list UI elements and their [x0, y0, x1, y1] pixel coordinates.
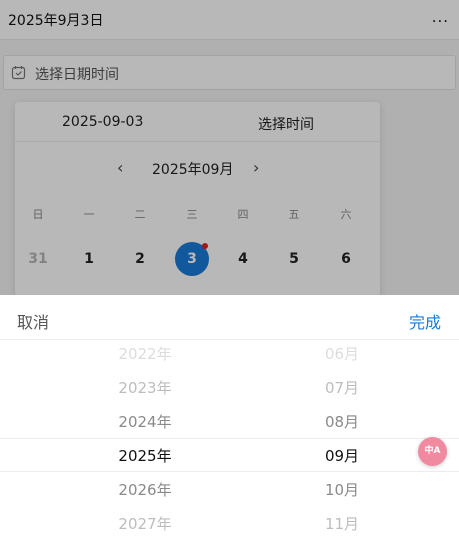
month-option[interactable]: 06月	[272, 343, 412, 364]
year-option[interactable]: 2026年	[75, 479, 215, 500]
picker-wheels: 2022年 2023年 2024年 2025年 2026年 2027年 06月 …	[0, 340, 459, 546]
year-option[interactable]: 2023年	[75, 377, 215, 398]
cancel-button[interactable]: 取消	[17, 309, 49, 333]
month-option[interactable]: 10月	[272, 479, 412, 500]
year-option[interactable]: 2022年	[75, 343, 215, 364]
done-button[interactable]: 完成	[409, 309, 441, 333]
year-option[interactable]: 2027年	[75, 513, 215, 534]
month-option-selected[interactable]: 09月	[272, 445, 412, 466]
year-month-picker-sheet: 取消 完成 2022年 2023年 2024年 2025年 2026年 2027…	[0, 295, 459, 546]
month-option[interactable]: 11月	[272, 513, 412, 534]
translate-badge-icon[interactable]: 中A	[418, 437, 447, 466]
sheet-toolbar: 取消 完成	[0, 295, 459, 340]
month-option[interactable]: 07月	[272, 377, 412, 398]
year-option[interactable]: 2024年	[75, 411, 215, 432]
year-wheel[interactable]: 2022年 2023年 2024年 2025年 2026年 2027年	[75, 340, 215, 546]
month-option[interactable]: 08月	[272, 411, 412, 432]
month-wheel[interactable]: 06月 07月 08月 09月 10月 11月	[272, 340, 412, 546]
year-option-selected[interactable]: 2025年	[75, 445, 215, 466]
